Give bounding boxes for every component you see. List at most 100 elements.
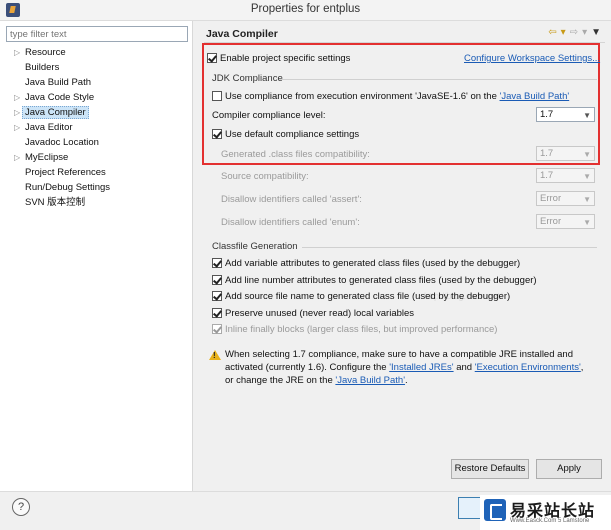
configure-workspace-link[interactable]: Configure Workspace Settings...: [464, 52, 600, 65]
tree-item-label: MyEclipse: [25, 152, 69, 163]
help-icon[interactable]: ?: [12, 498, 30, 516]
preference-tree-panel: ▷ Resource Builders Java Build Path ▷ Ja…: [0, 21, 193, 491]
use-env-compliance-checkbox[interactable]: Use compliance from execution environmen…: [212, 90, 569, 103]
installed-jres-link[interactable]: 'Installed JREs': [389, 362, 453, 373]
tree-item-label: Resource: [25, 47, 66, 58]
tree-item-label: Project References: [25, 167, 106, 178]
filter-input[interactable]: [6, 26, 188, 42]
tree-item-project-references[interactable]: Project References: [0, 165, 193, 180]
execution-environments-link[interactable]: 'Execution Environments': [475, 362, 581, 373]
forward-arrow-icon[interactable]: ⇨: [570, 27, 578, 39]
apply-button[interactable]: Apply: [536, 459, 602, 479]
add-line-number-checkbox[interactable]: Add line number attributes to generated …: [212, 274, 537, 287]
tree-item-label: Run/Debug Settings: [25, 182, 111, 193]
inline-finally-checkbox[interactable]: Inline finally blocks (larger class file…: [212, 323, 497, 336]
tree-item-myeclipse[interactable]: ▷ MyEclipse: [0, 150, 193, 165]
checkbox-label: Inline finally blocks (larger class file…: [225, 324, 498, 335]
warning-text-segment: or change the JRE on the: [225, 375, 336, 386]
java-build-path-link[interactable]: 'Java Build Path': [335, 375, 405, 386]
warning-line-3: or change the JRE on the 'Java Build Pat…: [225, 374, 597, 387]
view-menu-chevron-icon[interactable]: ▼: [591, 27, 601, 39]
checkbox-box[interactable]: [212, 275, 222, 285]
section-divider: [302, 247, 597, 248]
tree-item-label: SVN 版本控制: [25, 197, 86, 208]
checkbox-box[interactable]: [212, 308, 222, 318]
warning-text-segment: ,: [580, 362, 584, 373]
java-build-path-link[interactable]: 'Java Build Path': [500, 91, 570, 102]
page-navigation: ⇦ ▾ ⇨ ▾ ▼: [548, 27, 601, 39]
classfile-generation-heading: Classfile Generation: [212, 241, 298, 252]
warning-line-1: When selecting 1.7 compliance, make sure…: [225, 349, 573, 360]
warning-icon: [209, 350, 221, 360]
assert-identifier-label: Disallow identifiers called 'assert':: [221, 194, 362, 205]
assert-identifier-select[interactable]: Error ▼: [536, 191, 595, 206]
select-value: Error: [540, 193, 562, 204]
chevron-down-icon: ▼: [583, 172, 591, 181]
chevron-down-icon: ▼: [583, 111, 591, 120]
use-default-compliance-checkbox[interactable]: Use default compliance settings: [212, 128, 359, 141]
java-compiler-page: Java Compiler ⇦ ▾ ⇨ ▾ ▼ Enable project s…: [194, 21, 611, 491]
compliance-warning-message: When selecting 1.7 compliance, make sure…: [225, 348, 597, 387]
tree-item-javadoc-location[interactable]: Javadoc Location: [0, 135, 193, 150]
back-arrow-icon[interactable]: ⇦: [548, 27, 556, 39]
tree-item-builders[interactable]: Builders: [0, 60, 193, 75]
add-variable-attributes-checkbox[interactable]: Add variable attributes to generated cla…: [212, 257, 520, 270]
expand-arrow-icon[interactable]: ▷: [14, 105, 22, 120]
preserve-unused-locals-checkbox[interactable]: Preserve unused (never read) local varia…: [212, 307, 414, 320]
expand-arrow-icon[interactable]: ▷: [14, 120, 22, 135]
enum-identifier-label: Disallow identifiers called 'enum':: [221, 217, 360, 228]
expand-arrow-icon[interactable]: ▷: [14, 150, 22, 165]
jdk-compliance-heading: JDK Compliance: [212, 73, 283, 84]
select-value: 1.7: [540, 170, 554, 181]
tree-item-svn[interactable]: SVN 版本控制: [0, 195, 193, 210]
section-divider: [279, 79, 597, 80]
source-compat-label: Source compatibility:: [221, 171, 309, 182]
checkbox-box[interactable]: [212, 291, 222, 301]
window-title: Properties for entplus: [250, 3, 361, 15]
source-compat-select[interactable]: 1.7 ▼: [536, 168, 595, 183]
add-source-file-name-checkbox[interactable]: Add source file name to generated class …: [212, 290, 510, 303]
tree-item-resource[interactable]: ▷ Resource: [0, 45, 193, 60]
compliance-level-select[interactable]: 1.7 ▼: [536, 107, 595, 122]
checkbox-box[interactable]: [212, 258, 222, 268]
chevron-down-icon: ▼: [583, 195, 591, 204]
checkbox-box[interactable]: [212, 324, 222, 334]
properties-dialog: Properties for entplus ▷ Resource Builde…: [0, 0, 611, 530]
forward-menu-chevron-icon[interactable]: ▾: [582, 27, 587, 39]
expand-arrow-icon[interactable]: ▷: [14, 90, 22, 105]
warning-text-segment: activated (currently 1.6). Configure the: [225, 362, 390, 373]
title-bar: Properties for entplus: [0, 0, 611, 21]
generated-compat-label: Generated .class files compatibility:: [221, 149, 370, 160]
tree-item-java-build-path[interactable]: Java Build Path: [0, 75, 193, 90]
back-menu-chevron-icon[interactable]: ▾: [561, 27, 566, 39]
generated-compat-select[interactable]: 1.7 ▼: [536, 146, 595, 161]
tree-item-run-debug-settings[interactable]: Run/Debug Settings: [0, 180, 193, 195]
restore-defaults-button[interactable]: Restore Defaults: [451, 459, 529, 479]
site-url: Www.Easck.Com 5 Lamstone: [510, 518, 590, 524]
enum-identifier-select[interactable]: Error ▼: [536, 214, 595, 229]
checkbox-box[interactable]: [207, 53, 217, 63]
checkbox-box[interactable]: [212, 91, 222, 101]
page-title: Java Compiler: [206, 28, 278, 40]
chevron-down-icon: ▼: [583, 150, 591, 159]
checkbox-label: Use default compliance settings: [225, 129, 360, 140]
checkbox-label: Enable project specific settings: [220, 53, 351, 64]
tree-item-java-compiler[interactable]: ▷ Java Compiler: [0, 105, 193, 120]
select-value: Error: [540, 216, 562, 227]
warning-line-2: activated (currently 1.6). Configure the…: [225, 361, 597, 374]
tree-item-java-code-style[interactable]: ▷ Java Code Style: [0, 90, 193, 105]
checkbox-box[interactable]: [212, 129, 222, 139]
enable-project-specific-checkbox[interactable]: Enable project specific settings: [207, 52, 350, 65]
checkbox-label: Add line number attributes to generated …: [225, 275, 537, 286]
select-value: 1.7: [540, 148, 554, 159]
dialog-button-bar: ? 易采站长站 Www.Easck.Com 5 Lamstone: [0, 491, 611, 530]
chevron-down-icon: ▼: [583, 218, 591, 227]
checkbox-label: Add variable attributes to generated cla…: [225, 258, 521, 269]
expand-arrow-icon[interactable]: ▷: [14, 45, 22, 60]
tree-item-label: Java Compiler: [22, 106, 89, 119]
checkbox-label: Preserve unused (never read) local varia…: [225, 308, 415, 319]
site-logo-icon: [484, 499, 506, 521]
compliance-level-label: Compiler compliance level:: [212, 110, 326, 121]
tree-item-java-editor[interactable]: ▷ Java Editor: [0, 120, 193, 135]
checkbox-label: Add source file name to generated class …: [225, 291, 511, 302]
